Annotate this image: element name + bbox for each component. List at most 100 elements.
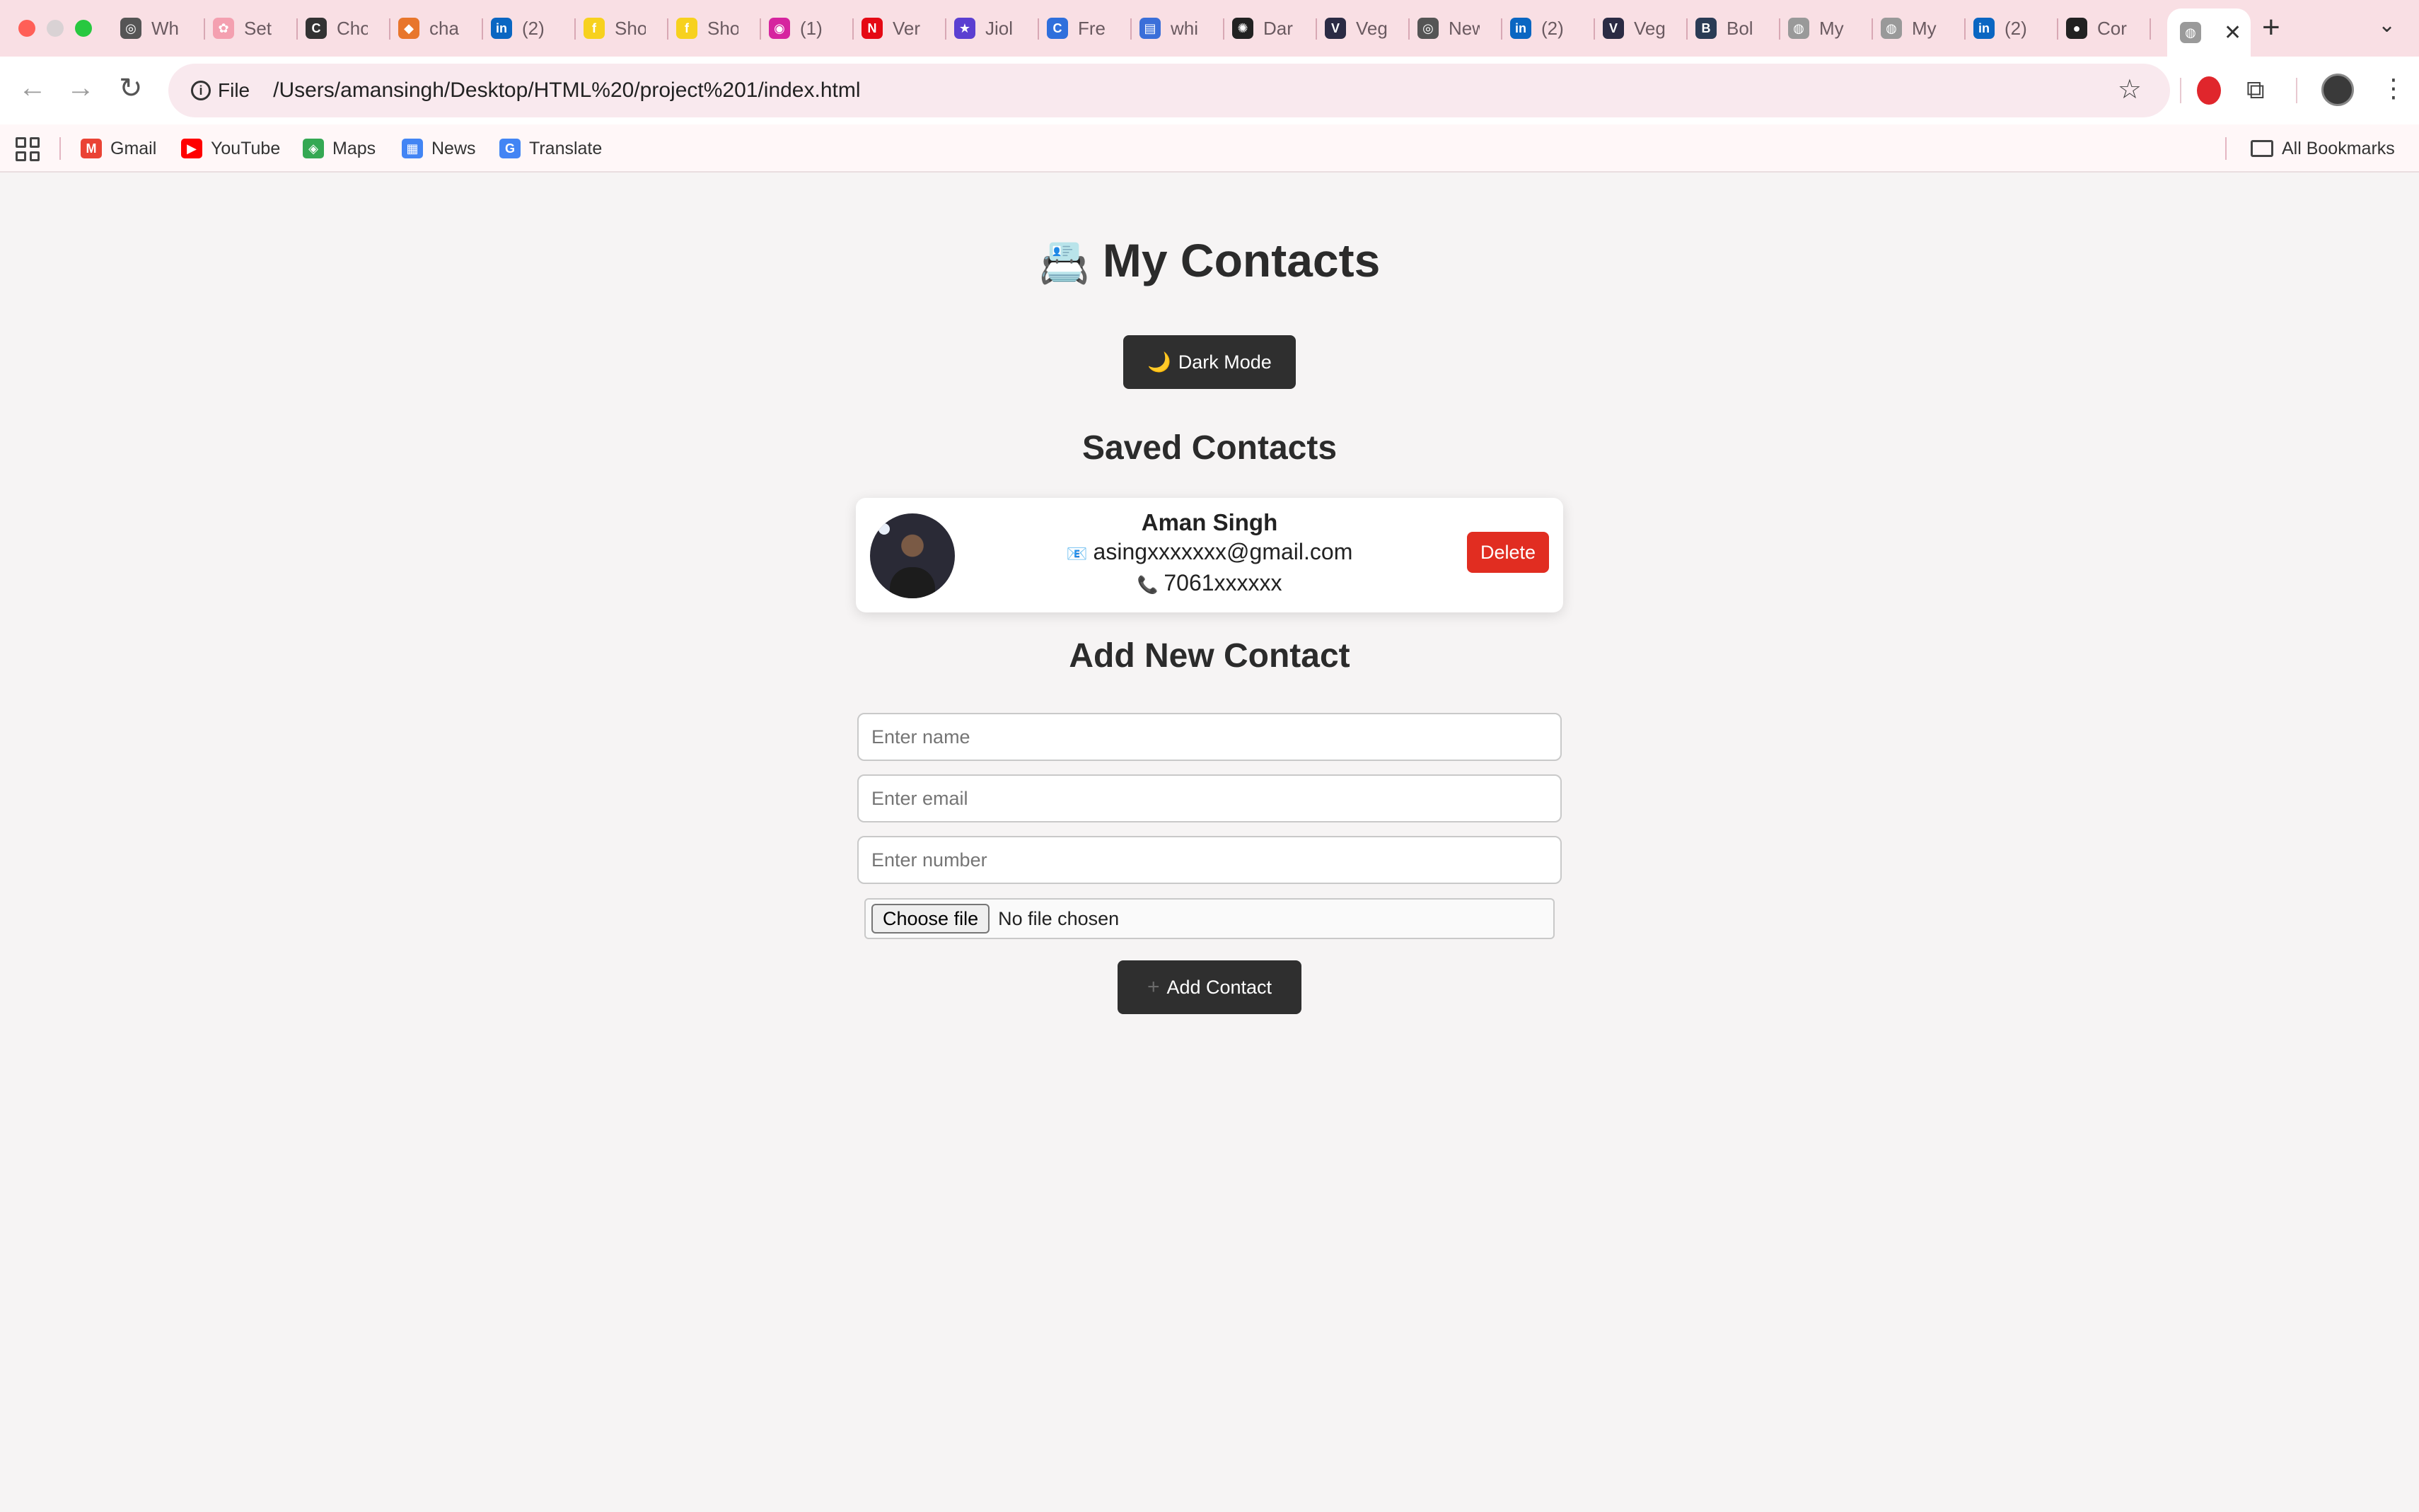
tab-separator <box>2150 18 2151 40</box>
browser-tab[interactable]: ▤ whi <box>1135 11 1227 45</box>
reload-button[interactable]: ↻ <box>119 72 143 105</box>
tab-title: (2) <box>2005 17 2027 39</box>
choose-file-button[interactable]: Choose file <box>871 904 990 934</box>
tab-active[interactable]: ◍ ✕ <box>2167 8 2251 57</box>
gmail-icon: M <box>81 139 102 158</box>
tab-title: Veg <box>1634 17 1665 39</box>
browser-menu-icon[interactable]: ⋮ <box>2381 74 2406 103</box>
bookmark-gmail[interactable]: M Gmail <box>81 134 156 163</box>
tab-title: Dar <box>1263 17 1293 39</box>
saved-contacts-heading: Saved Contacts <box>1081 429 1338 467</box>
number-input[interactable] <box>857 836 1562 884</box>
contact-phone-row: 📞 7061xxxxxx <box>997 569 1422 600</box>
tab-separator <box>1872 18 1873 40</box>
browser-tab[interactable]: in (2) <box>1969 11 2061 45</box>
profile-avatar[interactable] <box>2321 74 2354 106</box>
browser-tab[interactable]: f Sho <box>672 11 764 45</box>
extension-icon[interactable] <box>2197 76 2221 105</box>
browser-tab[interactable]: ◍ My <box>1784 11 1876 45</box>
toolbar-divider <box>2296 78 2297 103</box>
browser-tab[interactable]: ◉ (1) <box>765 11 857 45</box>
tab-title: cha <box>429 17 459 39</box>
browser-tab[interactable]: ★ Jiol <box>950 11 1042 45</box>
chrome-icon: ◎ <box>120 18 141 39</box>
delete-button[interactable]: Delete <box>1467 532 1549 573</box>
browser-tab[interactable]: in (2) <box>487 11 579 45</box>
flipkart-icon: f <box>676 18 697 39</box>
apps-grid-icon[interactable] <box>16 137 40 161</box>
github-icon: ● <box>2066 18 2087 39</box>
tab-title: (2) <box>1541 17 1564 39</box>
flipkart-icon: f <box>584 18 605 39</box>
maximize-window-button[interactable] <box>75 20 92 37</box>
browser-tab[interactable]: V Veg <box>1321 11 1412 45</box>
folder-icon <box>2251 140 2273 157</box>
browser-tab[interactable]: C Fre <box>1043 11 1135 45</box>
browser-tab[interactable]: ● Cor <box>2062 11 2154 45</box>
browser-tab[interactable]: C Cho <box>301 11 393 45</box>
minimize-window-button[interactable] <box>47 20 64 37</box>
moon-icon: 🌙 <box>1147 351 1171 373</box>
dark-mode-button[interactable]: 🌙 Dark Mode <box>1123 335 1296 389</box>
extensions-puzzle-icon[interactable]: ⧉ <box>2246 75 2265 105</box>
browser-tab[interactable]: B Bol <box>1691 11 1783 45</box>
photo-file-input: Choose file No file chosen <box>864 898 1555 939</box>
bookmark-translate[interactable]: G Translate <box>499 134 602 163</box>
tab-separator <box>667 18 668 40</box>
name-input[interactable] <box>857 713 1562 761</box>
tab-title: whi <box>1171 17 1199 39</box>
new-tab-button[interactable]: + <box>2262 10 2280 45</box>
tab-title: Sho <box>707 17 738 39</box>
forward-button[interactable]: → <box>66 72 95 104</box>
add-contact-heading: Add New Contact <box>1069 637 1350 675</box>
youtube-icon: ▶ <box>181 139 202 158</box>
browser-tab[interactable]: ◎ Wh <box>116 11 208 45</box>
bookmark-news[interactable]: ▦ News <box>402 134 476 163</box>
bookmark-youtube[interactable]: ▶ YouTube <box>181 134 280 163</box>
browser-tab[interactable]: ◎ New <box>1413 11 1505 45</box>
browser-tab[interactable]: V Veg <box>1599 11 1690 45</box>
tab-separator <box>574 18 576 40</box>
bookmark-star-icon[interactable]: ☆ <box>2118 74 2142 105</box>
site-info-chip[interactable]: i File <box>184 71 266 110</box>
add-contact-label: Add Contact <box>1166 976 1272 998</box>
contact-phone: 7061xxxxxx <box>1164 570 1282 595</box>
phone-icon: 📞 <box>1137 576 1159 595</box>
browser-tab[interactable]: f Sho <box>579 11 671 45</box>
tab-title: (1) <box>800 17 823 39</box>
back-button[interactable]: ← <box>18 72 47 104</box>
browser-tab[interactable]: ◍ My <box>1876 11 1968 45</box>
all-bookmarks-button[interactable]: All Bookmarks <box>2251 134 2395 163</box>
tab-title: Set <box>244 17 272 39</box>
url-text[interactable]: /Users/amansingh/Desktop/HTML%20/project… <box>273 78 860 103</box>
tab-separator <box>389 18 390 40</box>
contact-email-row: 📧 asingxxxxxxx@gmail.com <box>997 537 1422 569</box>
browser-tab[interactable]: ◆ cha <box>394 11 486 45</box>
address-bar[interactable]: i File /Users/amansingh/Desktop/HTML%20/… <box>168 64 2170 117</box>
plus-icon: + <box>1147 975 1160 999</box>
bookmarks-bar: M Gmail ▶ YouTube ◈ Maps ▦ News G Translate All B… <box>0 124 2419 173</box>
browser-tab[interactable]: N Ver <box>857 11 949 45</box>
close-tab-icon[interactable]: ✕ <box>2224 21 2241 45</box>
bookmark-label: Gmail <box>110 138 157 158</box>
browser-tab[interactable]: ✿ Set <box>209 11 301 45</box>
email-input[interactable] <box>857 774 1562 822</box>
page-content: 📇 My Contacts 🌙 Dark Mode Saved Contacts … <box>0 174 2419 1512</box>
bolt-icon: B <box>1695 18 1717 39</box>
bookmarks-divider <box>2225 137 2227 160</box>
bookmark-maps[interactable]: ◈ Maps <box>303 134 376 163</box>
add-contact-button[interactable]: + Add Contact <box>1118 960 1301 1014</box>
contact-info: Aman Singh 📧 asingxxxxxxx@gmail.com 📞 7061… <box>997 508 1422 600</box>
browser-tab[interactable]: ✺ Dar <box>1228 11 1320 45</box>
page-title: 📇 My Contacts <box>0 233 2419 287</box>
tab-search-button[interactable]: ⌄ <box>2378 13 2396 37</box>
tab-title: Fre <box>1078 17 1106 39</box>
translate-icon: G <box>499 139 521 158</box>
linkedin-icon: in <box>1973 18 1995 39</box>
close-window-button[interactable] <box>18 20 35 37</box>
chrome-icon: ◎ <box>1417 18 1439 39</box>
contact-card: Aman Singh 📧 asingxxxxxxx@gmail.com 📞 7061… <box>856 498 1563 612</box>
tab-title: My <box>1912 17 1937 39</box>
tab-separator <box>1408 18 1410 40</box>
browser-tab[interactable]: in (2) <box>1506 11 1598 45</box>
